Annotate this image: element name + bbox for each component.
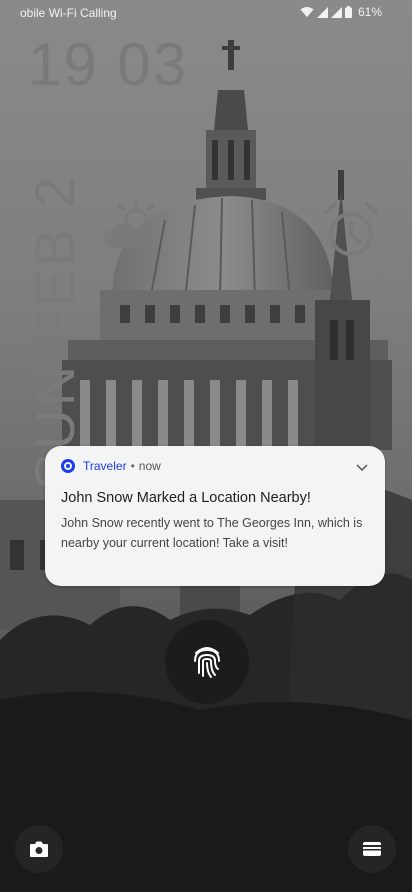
notification-time: now bbox=[138, 459, 161, 473]
chevron-down-icon[interactable] bbox=[355, 460, 369, 474]
fingerprint-icon bbox=[194, 647, 220, 678]
lock-screen: obile Wi-Fi Calling 61% 19 03 SUN FEB 2 bbox=[0, 0, 412, 892]
wifi-icon bbox=[300, 7, 314, 17]
traveler-app-icon bbox=[61, 459, 75, 473]
status-bar: obile Wi-Fi Calling 61% bbox=[0, 0, 412, 26]
notification-title: John Snow Marked a Location Nearby! bbox=[61, 490, 311, 506]
battery-percent: 61% bbox=[357, 5, 382, 19]
status-icons: 61% bbox=[300, 5, 382, 19]
battery-icon bbox=[344, 6, 352, 18]
signal-icon-secondary bbox=[330, 6, 342, 18]
signal-icon bbox=[316, 6, 328, 18]
camera-shortcut-button[interactable] bbox=[15, 825, 63, 873]
notification-separator: • bbox=[130, 459, 135, 473]
alarm-clock-icon bbox=[324, 202, 378, 256]
wallet-icon bbox=[363, 842, 381, 856]
notification-body: John Snow recently went to The Georges I… bbox=[61, 516, 363, 550]
lock-clock: 19 03 bbox=[28, 31, 189, 98]
notification-card[interactable]: Traveler • now John Snow Marked a Locati… bbox=[45, 446, 385, 586]
wallet-shortcut-button[interactable] bbox=[348, 825, 396, 873]
carrier-label: obile Wi-Fi Calling bbox=[20, 6, 117, 20]
partly-cloudy-icon bbox=[104, 198, 160, 248]
fingerprint-sensor[interactable] bbox=[165, 620, 249, 704]
camera-icon bbox=[30, 841, 48, 857]
notification-app-name: Traveler bbox=[83, 459, 127, 473]
notification-header: Traveler • now bbox=[61, 459, 161, 473]
lock-date: SUN FEB 2 bbox=[23, 173, 86, 490]
